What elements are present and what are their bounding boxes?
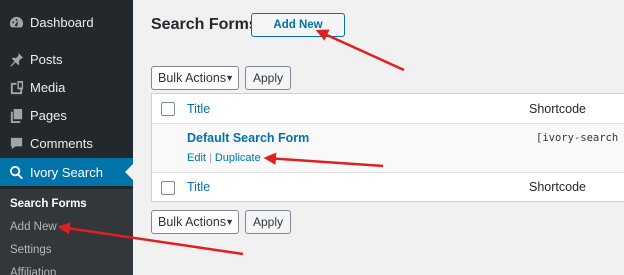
- submenu-affiliation[interactable]: Affiliation: [10, 267, 56, 275]
- menu-label: Media: [30, 79, 66, 95]
- add-new-button[interactable]: Add New: [251, 13, 345, 37]
- submenu-settings[interactable]: Settings: [10, 244, 52, 256]
- menu-label: Ivory Search: [30, 164, 103, 180]
- search-icon: [8, 164, 24, 180]
- pages-icon: [8, 107, 24, 123]
- active-indicator: [125, 164, 133, 180]
- table-row: Default Search Form Edit | Duplicate [ivor…: [152, 124, 624, 173]
- page-title: Search Forms: [151, 16, 258, 33]
- submenu-add-new[interactable]: Add New: [10, 221, 57, 233]
- column-shortcode-footer: Shortcode: [529, 180, 586, 194]
- ivory-search-submenu: Search Forms Add New Settings Affiliatio…: [0, 189, 133, 275]
- search-forms-table: Title Shortcode Default Search Form Edit…: [151, 93, 624, 202]
- submenu-search-forms[interactable]: Search Forms: [10, 198, 87, 210]
- row-actions: Edit | Duplicate: [187, 152, 261, 164]
- separator: |: [208, 152, 212, 164]
- dashboard-icon: [8, 14, 24, 30]
- menu-label: Pages: [30, 107, 67, 123]
- duplicate-link[interactable]: Duplicate: [215, 152, 261, 164]
- shortcode-value: [ivory-search i: [536, 132, 624, 144]
- form-title-link[interactable]: Default Search Form: [187, 131, 309, 145]
- menu-item-pages[interactable]: Pages: [0, 101, 133, 129]
- select-all-checkbox-footer[interactable]: [161, 181, 175, 195]
- menu-label: Posts: [30, 51, 63, 67]
- menu-label: Dashboard: [30, 14, 94, 30]
- edit-link[interactable]: Edit: [187, 152, 206, 164]
- column-title-header[interactable]: Title: [187, 102, 210, 116]
- table-footer: Title Shortcode: [152, 173, 624, 203]
- column-shortcode-header: Shortcode: [529, 102, 586, 116]
- chevron-down-icon: ▼: [225, 73, 234, 83]
- bulk-actions-label: Bulk Actions: [158, 215, 227, 229]
- menu-item-posts[interactable]: Posts: [0, 45, 133, 73]
- select-all-checkbox[interactable]: [161, 102, 175, 116]
- media-icon: [8, 79, 24, 95]
- bulk-actions-select-top[interactable]: Bulk Actions ▼: [151, 66, 239, 90]
- column-title-footer[interactable]: Title: [187, 180, 210, 194]
- admin-sidebar: Dashboard Posts Media Pages Comments Ivo…: [0, 0, 133, 275]
- menu-item-comments[interactable]: Comments: [0, 129, 133, 157]
- pin-icon: [8, 51, 24, 67]
- menu-item-media[interactable]: Media: [0, 73, 133, 101]
- menu-item-dashboard[interactable]: Dashboard: [0, 8, 133, 36]
- chevron-down-icon: ▼: [225, 217, 234, 227]
- bulk-actions-select-bottom[interactable]: Bulk Actions ▼: [151, 210, 239, 234]
- bulk-actions-label: Bulk Actions: [158, 71, 227, 85]
- main-content: Search Forms Add New Bulk Actions ▼ Appl…: [133, 0, 624, 275]
- comment-icon: [8, 135, 24, 151]
- menu-item-ivory-search[interactable]: Ivory Search: [0, 158, 133, 186]
- apply-button-top[interactable]: Apply: [245, 66, 291, 90]
- table-header: Title Shortcode: [152, 94, 624, 124]
- menu-label: Comments: [30, 135, 93, 151]
- apply-button-bottom[interactable]: Apply: [245, 210, 291, 234]
